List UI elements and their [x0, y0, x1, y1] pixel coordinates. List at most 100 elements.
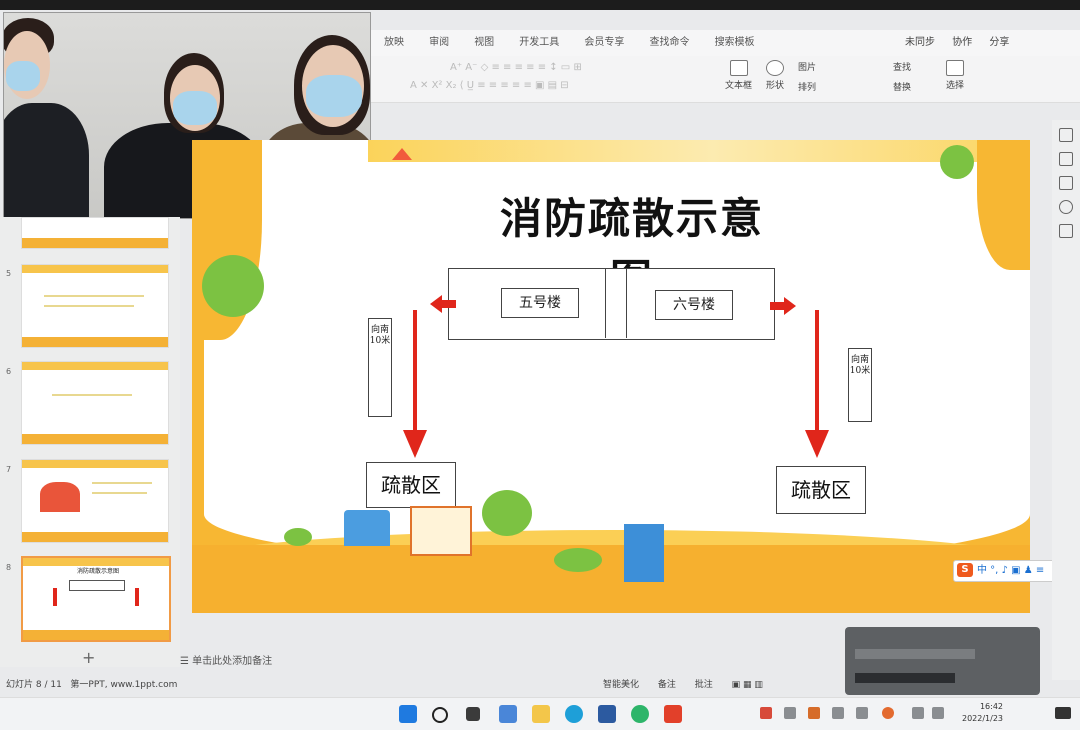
person-right-mask [306, 75, 362, 117]
status-left: 幻灯片 8 / 11 第一PPT, www.1ppt.com [6, 674, 177, 696]
tab-developer[interactable]: 开发工具 [519, 30, 559, 56]
tray-icon[interactable] [784, 707, 796, 719]
slide-thumbnail-active[interactable]: 消防疏散示意图 [21, 556, 171, 642]
file-explorer-icon[interactable] [532, 705, 550, 723]
building-5-label: 五号楼 [501, 288, 579, 318]
thumbnail-number: 8 [6, 563, 12, 572]
system-clock[interactable]: 16:42 2022/1/23 [962, 701, 1003, 725]
arrow-down-right-icon [805, 310, 829, 458]
view-mode-buttons[interactable]: ▣ ▦ ▥ [732, 680, 763, 690]
slide-thumbnail[interactable] [21, 217, 169, 249]
evacuation-zone-right: 疏散区 [776, 466, 866, 514]
print-icon[interactable] [1059, 224, 1073, 238]
fire-image [40, 482, 80, 512]
find-command-search[interactable]: 查找命令 [649, 30, 689, 56]
app-icon[interactable] [631, 705, 649, 723]
tray-icon[interactable] [760, 707, 772, 719]
store-icon[interactable] [598, 705, 616, 723]
wps-icon[interactable] [664, 705, 682, 723]
evacuation-zone-left: 疏散区 [366, 462, 456, 508]
arrange-button[interactable]: 排列 [798, 80, 816, 93]
status-right: 智能美化 备注 批注 ▣ ▦ ▥ [603, 674, 779, 696]
thumbnail-title: 消防疏散示意图 [76, 568, 119, 575]
tray-icon[interactable] [856, 707, 868, 719]
notification-popup[interactable] [845, 627, 1040, 695]
top-garland-decoration [368, 140, 1030, 162]
shape-button[interactable]: 形状 [766, 60, 784, 91]
find-button[interactable]: 查找 [893, 60, 911, 73]
tab-slideshow[interactable]: 放映 [384, 30, 404, 56]
arrow-left-icon [430, 295, 456, 313]
star-icon[interactable] [1059, 152, 1073, 166]
select-button[interactable]: 选择 [946, 60, 964, 91]
task-view-icon[interactable] [466, 707, 480, 721]
picture-button[interactable]: 图片 [798, 60, 816, 73]
sogou-icon: S [957, 563, 973, 577]
right-side-toolbar [1052, 120, 1080, 680]
tree-right-decoration [940, 145, 974, 179]
search-icon[interactable] [432, 707, 448, 723]
person-middle-mask [173, 91, 217, 125]
clock-date: 2022/1/23 [962, 714, 1004, 723]
round-tree-decoration [482, 490, 532, 536]
volume-icon[interactable] [932, 707, 944, 719]
notes-toggle-button[interactable]: 备注 [658, 680, 676, 690]
windows-start-icon[interactable] [399, 705, 417, 723]
tray-icon[interactable] [808, 707, 820, 719]
tray-icon[interactable] [832, 707, 844, 719]
notification-line [855, 649, 975, 659]
slide-counter: 幻灯片 8 / 11 [6, 680, 62, 690]
thumbnail-number: 5 [6, 269, 12, 278]
comments-button[interactable]: 批注 [695, 680, 713, 690]
cursor-icon [946, 60, 964, 76]
clock-time: 16:42 [979, 702, 1004, 711]
share-button[interactable]: 分享 [989, 37, 1009, 48]
copy-icon[interactable] [1059, 176, 1073, 190]
sync-status-button[interactable]: 未同步 [905, 37, 935, 48]
bush-decoration [284, 528, 312, 546]
windows-taskbar: 16:42 2022/1/23 [0, 697, 1080, 730]
building-divider [605, 268, 627, 338]
slide-thumbnail[interactable] [21, 459, 169, 543]
person-left-mask [6, 61, 40, 91]
window-top-strip [0, 0, 1080, 10]
widgets-icon[interactable] [499, 705, 517, 723]
help-icon[interactable] [1059, 200, 1073, 214]
shape-icon [766, 60, 784, 76]
arrow-down-left-icon [403, 310, 427, 458]
tab-member[interactable]: 会员专享 [584, 30, 624, 56]
arrow-right-icon [770, 297, 796, 315]
building-6-label: 六号楼 [655, 290, 733, 320]
search-template[interactable]: 搜索模板 [715, 30, 755, 56]
notes-bar[interactable]: ☰ 单击此处添加备注 [180, 652, 840, 672]
notification-line [855, 673, 955, 683]
thumbnail-number: 7 [6, 465, 12, 474]
ground-decoration [192, 545, 1030, 613]
notification-center-icon[interactable] [1055, 707, 1071, 719]
direction-label-right: 向南10米 [848, 348, 872, 422]
blue-house-decoration [344, 510, 390, 546]
tray-icon[interactable] [882, 707, 894, 719]
slide-thumbnail[interactable] [21, 361, 169, 445]
tab-review[interactable]: 审阅 [429, 30, 449, 56]
person-left-coat [4, 103, 89, 218]
add-slide-button[interactable]: + [82, 648, 95, 667]
notes-icon: ☰ [180, 656, 193, 667]
font-tools-disabled: A⁺ A⁻ ◇ ≡ ≡ ≡ ≡ ≡ ↕ ▭ ⊞ [450, 62, 582, 73]
tree-left-decoration [202, 255, 264, 317]
slide-thumbnail[interactable] [21, 264, 169, 348]
theme-name: 第一PPT, www.1ppt.com [70, 680, 178, 690]
edge-icon[interactable] [565, 705, 583, 723]
collaborate-button[interactable]: 协作 [952, 37, 972, 48]
thumbnail-number: 6 [6, 367, 12, 376]
format-tools-disabled: A ✕ X² X₂ ⟨ U̲ ≡ ≡ ≡ ≡ ≡ ▣ ▤ ⊟ [410, 80, 569, 91]
settings-icon[interactable] [1059, 128, 1073, 142]
textbox-button[interactable]: 文本框 [725, 60, 752, 91]
wifi-icon[interactable] [912, 707, 924, 719]
tall-house-decoration [624, 524, 664, 582]
orange-house-decoration [410, 506, 472, 556]
smart-beautify-button[interactable]: 智能美化 [603, 680, 639, 690]
replace-button[interactable]: 替换 [893, 80, 911, 93]
tab-view[interactable]: 视图 [474, 30, 494, 56]
slide-canvas[interactable]: 消防疏散示意图 五号楼 六号楼 向南10米 向南10米 疏散区 疏散区 [192, 140, 1030, 613]
